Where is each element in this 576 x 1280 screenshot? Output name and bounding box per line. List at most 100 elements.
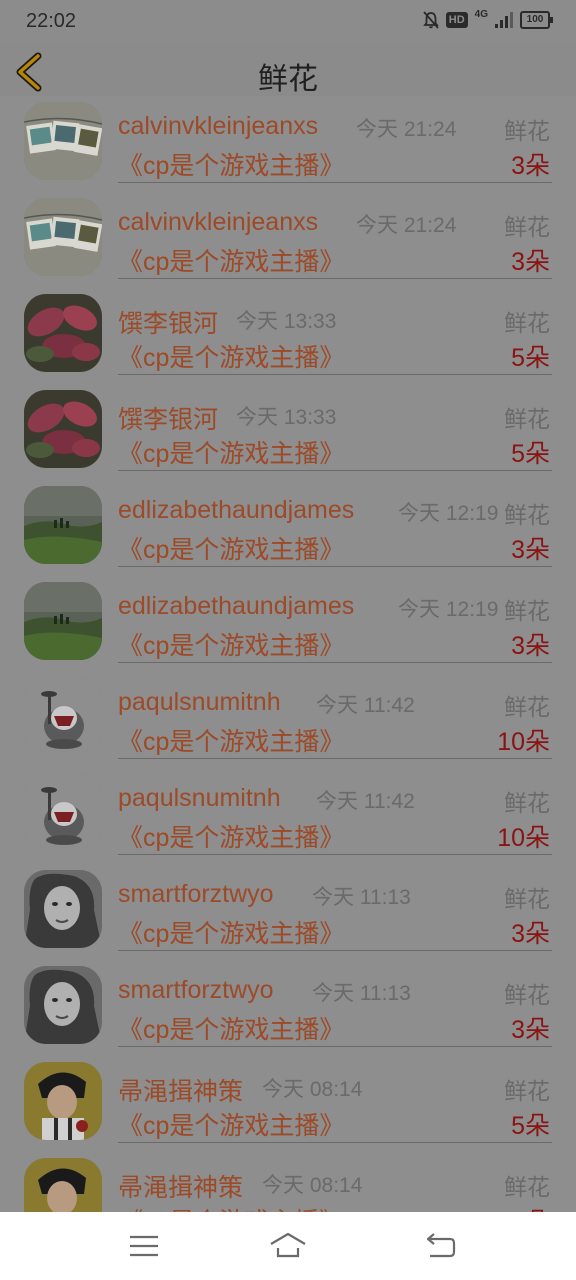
room-name: 《cp是个游戏主播》 [118, 440, 345, 468]
list-item[interactable]: 帚渑揖神策 今天 08:14 鲜花 《cp是个游戏主播》 5朵 [0, 1152, 576, 1212]
room-name: 《cp是个游戏主播》 [118, 1112, 345, 1140]
gift-count: 3朵 [511, 1016, 550, 1044]
gift-time: 今天 11:42 [316, 694, 415, 717]
divider [118, 566, 552, 567]
gift-type: 鲜花 [504, 886, 550, 912]
gift-count: 3朵 [511, 632, 550, 660]
gift-time: 今天 08:14 [262, 1174, 363, 1197]
avatar[interactable] [24, 1158, 102, 1212]
user-name[interactable]: 帚渑揖神策 [118, 1168, 243, 1204]
divider [118, 758, 552, 759]
gift-count: 10朵 [497, 824, 550, 852]
user-name[interactable]: paqulsnumitnh [118, 784, 281, 813]
gift-type: 鲜花 [504, 214, 550, 240]
user-name[interactable]: 馔李银河 [118, 400, 218, 436]
user-name[interactable]: calvinvkleinjeanxs [118, 112, 318, 141]
battery-icon: 100 [520, 11, 553, 29]
list-item[interactable]: edlizabethaundjames 今天 12:19 鲜花 《cp是个游戏主… [0, 480, 576, 576]
avatar[interactable] [24, 390, 102, 468]
gift-type: 鲜花 [504, 310, 550, 336]
avatar[interactable] [24, 294, 102, 372]
gift-count: 3朵 [511, 152, 550, 180]
gift-time: 今天 11:13 [312, 886, 411, 909]
gift-type: 鲜花 [504, 1174, 550, 1200]
avatar[interactable] [24, 1062, 102, 1140]
gift-time: 今天 13:33 [236, 406, 337, 429]
list-item[interactable]: smartforztwyo 今天 11:13 鲜花 《cp是个游戏主播》 3朵 [0, 960, 576, 1056]
gift-type: 鲜花 [504, 1078, 550, 1104]
list-item[interactable]: 帚渑揖神策 今天 08:14 鲜花 《cp是个游戏主播》 5朵 [0, 1056, 576, 1152]
list-item[interactable]: 馔李银河 今天 13:33 鲜花 《cp是个游戏主播》 5朵 [0, 288, 576, 384]
list-item[interactable]: edlizabethaundjames 今天 12:19 鲜花 《cp是个游戏主… [0, 576, 576, 672]
divider [118, 470, 552, 471]
divider [118, 182, 552, 183]
gift-time: 今天 13:33 [236, 310, 337, 333]
divider [118, 662, 552, 663]
avatar[interactable] [24, 774, 102, 852]
gift-type: 鲜花 [504, 406, 550, 432]
divider [118, 1142, 552, 1143]
list-item[interactable]: 馔李银河 今天 13:33 鲜花 《cp是个游戏主播》 5朵 [0, 384, 576, 480]
user-name[interactable]: smartforztwyo [118, 976, 274, 1005]
user-name[interactable]: edlizabethaundjames [118, 592, 354, 621]
user-name[interactable]: paqulsnumitnh [118, 688, 281, 717]
nav-menu-button[interactable] [124, 1230, 164, 1262]
gift-count: 10朵 [497, 728, 550, 756]
home-icon [270, 1232, 306, 1258]
avatar[interactable] [24, 198, 102, 276]
room-name: 《cp是个游戏主播》 [118, 632, 345, 660]
room-name: 《cp是个游戏主播》 [118, 728, 345, 756]
gift-type: 鲜花 [504, 982, 550, 1008]
room-name: 《cp是个游戏主播》 [118, 248, 345, 276]
network-type: 4G [474, 9, 488, 20]
room-name: 《cp是个游戏主播》 [118, 344, 345, 372]
signal-icon [495, 12, 513, 28]
gift-time: 今天 12:19 [398, 502, 499, 525]
gift-count: 3朵 [511, 248, 550, 276]
user-name[interactable]: 馔李银河 [118, 304, 218, 340]
gift-time: 今天 21:24 [356, 214, 457, 237]
gift-time: 今天 12:19 [398, 598, 499, 621]
divider [118, 950, 552, 951]
avatar[interactable] [24, 102, 102, 180]
gift-type: 鲜花 [504, 790, 550, 816]
status-bar: 22:02 HD 4G 100 [0, 0, 576, 44]
gift-time: 今天 11:42 [316, 790, 415, 813]
nav-home-button[interactable] [268, 1230, 308, 1262]
user-name[interactable]: 帚渑揖神策 [118, 1072, 243, 1108]
avatar[interactable] [24, 678, 102, 756]
avatar[interactable] [24, 486, 102, 564]
mute-bell-icon [422, 11, 439, 29]
gift-time: 今天 08:14 [262, 1078, 363, 1101]
gift-type: 鲜花 [504, 598, 550, 624]
nav-back-button[interactable] [420, 1230, 460, 1262]
gift-type: 鲜花 [504, 502, 550, 528]
status-time: 22:02 [26, 10, 77, 32]
room-name: 《cp是个游戏主播》 [118, 824, 345, 852]
list-item[interactable]: calvinvkleinjeanxs 今天 21:24 鲜花 《cp是个游戏主播… [0, 192, 576, 288]
room-name: 《cp是个游戏主播》 [118, 1202, 344, 1212]
avatar[interactable] [24, 870, 102, 948]
avatar[interactable] [24, 966, 102, 1044]
title-bar: 鲜花 [0, 44, 576, 96]
divider [118, 854, 552, 855]
room-name: 《cp是个游戏主播》 [118, 152, 345, 180]
room-name: 《cp是个游戏主播》 [118, 536, 345, 564]
avatar[interactable] [24, 582, 102, 660]
gift-time: 今天 11:13 [312, 982, 411, 1005]
gift-count: 5朵 [511, 344, 550, 372]
user-name[interactable]: calvinvkleinjeanxs [118, 208, 318, 237]
gift-record-list[interactable]: calvinvkleinjeanxs 今天 21:24 鲜花 《cp是个游戏主播… [0, 96, 576, 1212]
status-icons: HD 4G 100 [422, 9, 553, 29]
user-name[interactable]: smartforztwyo [118, 880, 274, 909]
list-item[interactable]: calvinvkleinjeanxs 今天 21:24 鲜花 《cp是个游戏主播… [0, 96, 576, 192]
room-name: 《cp是个游戏主播》 [118, 920, 345, 948]
divider [118, 1046, 552, 1047]
user-name[interactable]: edlizabethaundjames [118, 496, 354, 525]
list-item[interactable]: paqulsnumitnh 今天 11:42 鲜花 《cp是个游戏主播》 10朵 [0, 672, 576, 768]
divider [118, 374, 552, 375]
gift-count: 3朵 [511, 920, 550, 948]
list-item[interactable]: smartforztwyo 今天 11:13 鲜花 《cp是个游戏主播》 3朵 [0, 864, 576, 960]
gift-time: 今天 21:24 [356, 118, 457, 141]
list-item[interactable]: paqulsnumitnh 今天 11:42 鲜花 《cp是个游戏主播》 10朵 [0, 768, 576, 864]
